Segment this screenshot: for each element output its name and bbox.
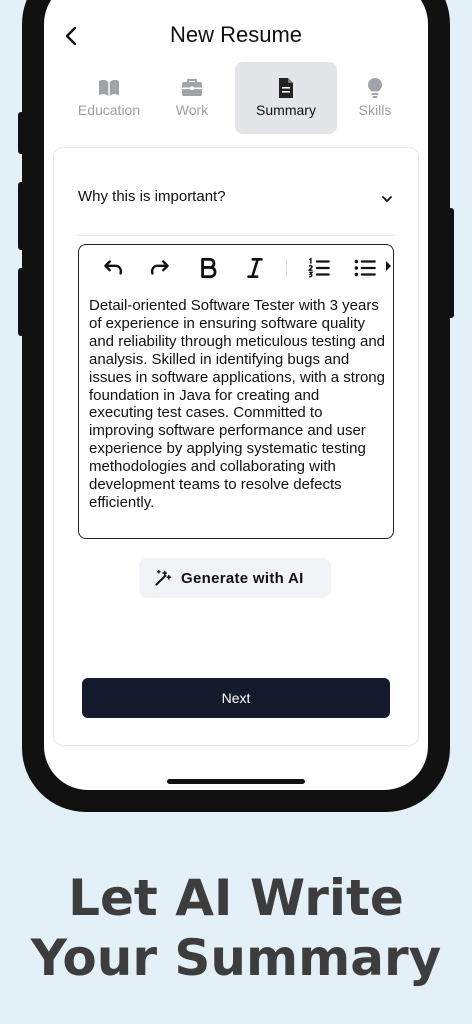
side-button (18, 182, 24, 250)
divider (78, 235, 394, 236)
undo-icon[interactable] (100, 255, 126, 281)
toolbar-separator (286, 259, 287, 277)
promo-line-2: Your Summary (30, 929, 442, 987)
magic-wand-icon (155, 569, 172, 586)
ordered-list-icon[interactable] (306, 255, 332, 281)
tab-label: Work (175, 102, 209, 118)
side-button (18, 268, 24, 336)
generate-ai-button[interactable]: Generate with AI (139, 558, 331, 598)
editor-toolbar (79, 253, 393, 283)
summary-text[interactable]: Detail-oriented Software Tester with 3 y… (89, 297, 385, 512)
tab-label: Summary (256, 102, 316, 118)
tab-work[interactable]: Work (141, 62, 243, 134)
briefcase-icon (182, 79, 202, 96)
next-button[interactable]: Next (82, 678, 390, 718)
app-header: New Resume (44, 16, 428, 56)
summary-editor[interactable]: Detail-oriented Software Tester with 3 y… (78, 244, 394, 539)
page-title: New Resume (169, 22, 303, 47)
italic-icon[interactable] (242, 255, 268, 281)
redo-icon[interactable] (147, 255, 173, 281)
document-icon (279, 78, 293, 98)
promo-line-1: Let AI Write (68, 869, 404, 927)
home-indicator (167, 779, 305, 784)
chevron-down-icon[interactable] (380, 192, 394, 206)
caret-right-icon[interactable] (386, 261, 391, 271)
tab-label: Skills (358, 102, 392, 118)
side-button (448, 208, 454, 318)
promo-headline: Let AI Write Your Summary (0, 868, 472, 988)
app-screen: New Resume Education Work Summary Skills… (44, 0, 428, 790)
generate-ai-label: Generate with AI (181, 570, 304, 587)
book-icon (99, 79, 119, 96)
accordion-title[interactable]: Why this is important? (78, 188, 226, 205)
summary-card: Why this is important? Detail-oriented S… (53, 147, 419, 746)
side-button (18, 112, 24, 154)
tab-summary[interactable]: Summary (235, 62, 337, 134)
tab-skills[interactable]: Skills (324, 62, 426, 134)
bullet-list-icon[interactable] (352, 255, 378, 281)
bold-icon[interactable] (195, 255, 221, 281)
lightbulb-icon (368, 78, 382, 98)
step-tabs: Education Work Summary Skills (58, 62, 414, 136)
